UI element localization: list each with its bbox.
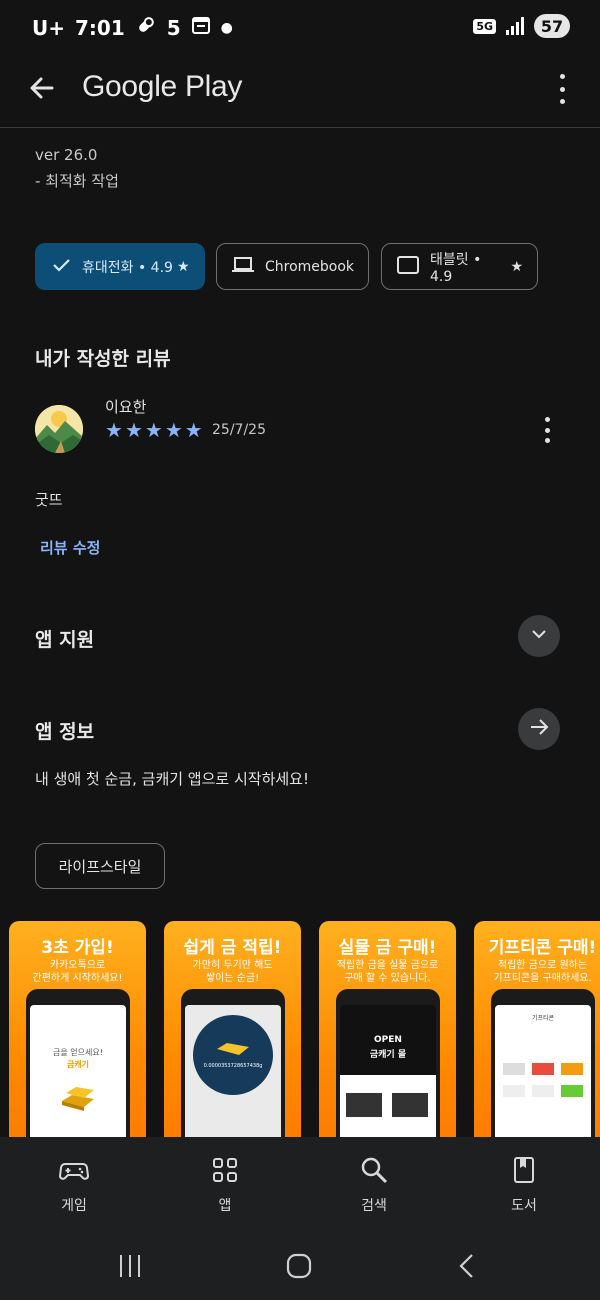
chip-phone[interactable]: 휴대전화 • 4.9 ★: [35, 243, 205, 290]
screenshot-subtitle: 적립한 금으로 원하는 기프티콘을 구매하세요.: [493, 960, 592, 984]
version-text: ver 26.0: [35, 146, 98, 164]
nav-item-search[interactable]: 검색: [319, 1155, 429, 1215]
more-options-icon[interactable]: [556, 74, 568, 104]
star-icon: ★: [184, 418, 203, 442]
signal-icon: [506, 17, 524, 35]
clock: 7:01: [75, 15, 125, 40]
my-review-heading: 내가 작성한 리뷰: [35, 348, 171, 370]
phone-mockup: 0.0000353728657438g: [181, 989, 285, 1151]
book-icon: [469, 1155, 579, 1185]
screenshot-card[interactable]: 실물 금 구매! 적립한 금을 실물 금으로 구매 할 수 있습니다. OPEN…: [319, 921, 456, 1151]
arrow-right-icon: [528, 716, 550, 742]
gold-bars-icon: [58, 1079, 98, 1117]
battery-indicator: 57: [534, 14, 570, 38]
balance-text: 0.0000353728657438g: [203, 1063, 263, 1069]
nav-item-games[interactable]: 게임: [19, 1155, 129, 1215]
screen-text: 기프티콘: [531, 1015, 555, 1022]
chip-tablet[interactable]: 태블릿 • 4.9 ★: [381, 243, 538, 290]
app-description: 내 생애 첫 순금, 금캐기 앱으로 시작하세요!: [35, 770, 309, 788]
app-info-arrow-button[interactable]: [518, 708, 560, 750]
nav-label: 앱: [218, 1198, 232, 1214]
chip-tablet-label: 태블릿 • 4.9: [430, 251, 482, 285]
review-more-icon[interactable]: [541, 417, 553, 443]
dot-icon: ●: [220, 19, 233, 36]
screen-text: OPEN: [374, 1035, 402, 1045]
screenshot-card[interactable]: 기프티콘 구매! 적립한 금으로 원하는 기프티콘을 구매하세요. 기프티콘: [474, 921, 600, 1151]
phone-screen: 금을 얻으세요! 금캐기: [30, 1005, 126, 1151]
app-info-heading: 앱 정보: [35, 721, 95, 743]
back-arrow-icon[interactable]: [26, 72, 58, 104]
network-label: 5G: [473, 18, 496, 34]
phone-screen: OPEN 금캐기 몰: [340, 1005, 436, 1151]
review-text: 굿뜨: [35, 491, 63, 509]
star-icon: ★: [124, 418, 143, 442]
star-icon: ★: [510, 258, 523, 275]
search-icon: [319, 1155, 429, 1185]
gamepad-icon: [19, 1155, 129, 1185]
gold-bars-icon: [215, 1035, 251, 1061]
phone-screen: 0.0000353728657438g: [185, 1005, 281, 1151]
apps-grid-icon: [170, 1155, 280, 1185]
status-bar: U+ 7:01 5 ● 5G 57: [0, 0, 600, 56]
star-icon: ★: [176, 258, 190, 275]
chevron-down-icon: [530, 625, 548, 647]
star-icon: ★: [164, 418, 183, 442]
pill-icon: [135, 14, 157, 41]
nav-label: 검색: [361, 1198, 387, 1214]
edit-review-link[interactable]: 리뷰 수정: [40, 537, 100, 558]
expand-support-button[interactable]: [518, 615, 560, 657]
screenshot-subtitle: 가만히 두기만 해도 쌓이는 순금!: [192, 960, 273, 984]
phone-mockup: 금을 얻으세요! 금캐기: [26, 989, 130, 1151]
system-navigation-bar: [0, 1237, 600, 1300]
phone-screen: 기프티콘: [495, 1005, 591, 1151]
chip-phone-label: 휴대전화 • 4.9: [82, 259, 173, 276]
avatar: [35, 405, 83, 453]
screen-accent: 금캐기: [66, 1060, 90, 1069]
category-tag-button[interactable]: 라이프스타일: [35, 843, 165, 889]
laptop-icon: [231, 255, 255, 279]
chip-chromebook-label: Chromebook: [265, 258, 355, 275]
nav-item-apps[interactable]: 앱: [170, 1155, 280, 1215]
app-bar-title: Google Play: [82, 70, 243, 103]
nav-label: 게임: [61, 1198, 87, 1214]
nav-item-books[interactable]: 도서: [469, 1155, 579, 1215]
recents-icon[interactable]: [118, 1253, 142, 1283]
app-support-heading: 앱 지원: [35, 629, 95, 651]
app-bar: Google Play: [0, 56, 600, 128]
screenshot-card[interactable]: 3초 가입! 카카오톡으로 간편하게 시작하세요! 금을 얻으세요! 금캐기: [9, 921, 146, 1151]
update-note: - 최적화 작업: [35, 172, 119, 190]
screenshot-card[interactable]: 쉽게 금 적립! 가만히 두기만 해도 쌓이는 순금! 0.0000353728…: [164, 921, 301, 1151]
screenshot-subtitle: 카카오톡으로 간편하게 시작하세요!: [32, 960, 123, 984]
rating-stars: ★ ★ ★ ★ ★: [105, 418, 203, 442]
screenshot-subtitle: 적립한 금을 실물 금으로 구매 할 수 있습니다.: [336, 960, 439, 984]
phone-mockup: OPEN 금캐기 몰: [336, 989, 440, 1151]
nav-label: 도서: [511, 1198, 537, 1214]
bottom-navigation: 게임 앱 검색 도서: [0, 1137, 600, 1237]
screen-text: 금을 얻으세요!: [53, 1048, 103, 1057]
back-icon[interactable]: [456, 1252, 476, 1284]
check-icon: [50, 254, 72, 280]
review-date: 25/7/25: [212, 422, 266, 438]
review-author: 이요한: [105, 398, 147, 416]
brand-grid: [503, 1063, 583, 1133]
notification-count: 5: [166, 15, 181, 40]
chip-chromebook[interactable]: Chromebook: [216, 243, 369, 290]
screen-accent: 금캐기 몰: [369, 1050, 407, 1060]
screenshot-title: 기프티콘 구매!: [488, 938, 597, 958]
carrier-label: U+: [32, 15, 65, 40]
tablet-icon: [396, 255, 420, 279]
star-icon: ★: [105, 418, 123, 442]
home-icon[interactable]: [285, 1252, 313, 1284]
calendar-icon: [191, 15, 211, 40]
star-icon: ★: [144, 418, 163, 442]
screenshot-title: 쉽게 금 적립!: [183, 938, 282, 958]
screenshot-title: 3초 가입!: [41, 938, 114, 958]
screenshot-title: 실물 금 구매!: [338, 938, 437, 958]
phone-mockup: 기프티콘: [491, 989, 595, 1151]
